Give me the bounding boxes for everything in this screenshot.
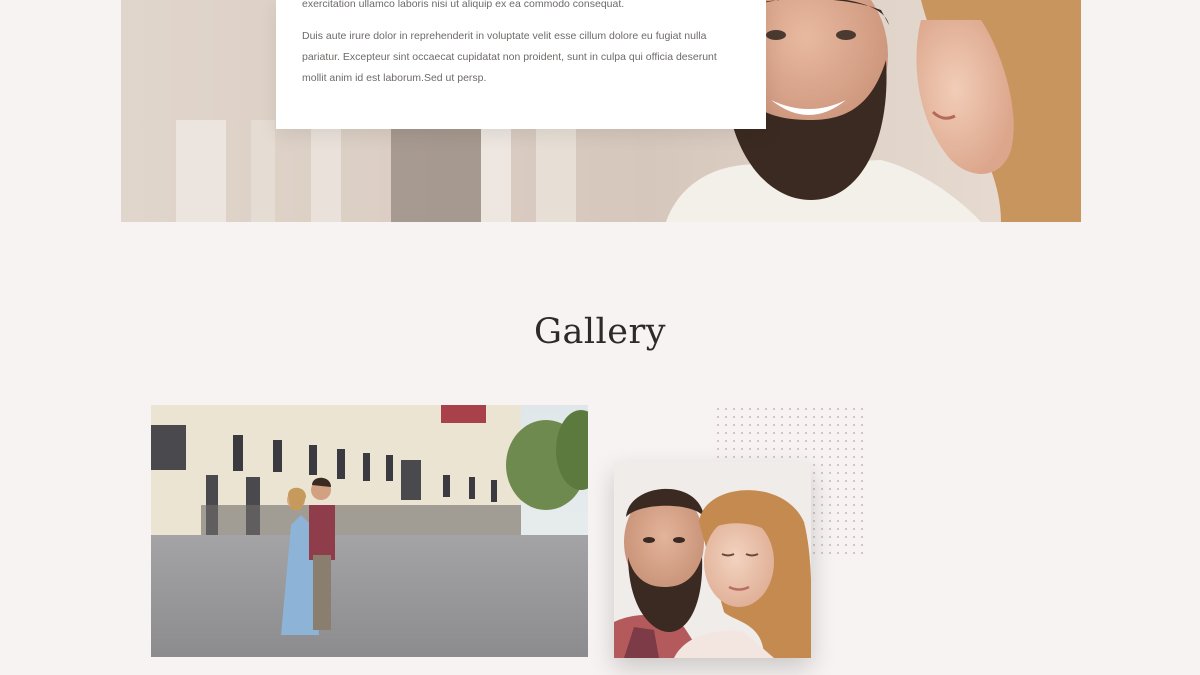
page: exercitation ullamco laboris nisi ut ali… (0, 0, 1200, 675)
gallery-photo-plaza[interactable] (151, 405, 588, 657)
hero-text-card: exercitation ullamco laboris nisi ut ali… (276, 0, 766, 129)
hero-section: exercitation ullamco laboris nisi ut ali… (121, 0, 1081, 222)
couple-portrait-photo (614, 462, 811, 658)
gallery-title: Gallery (534, 312, 666, 352)
gallery-photo-portrait[interactable] (614, 462, 811, 658)
hero-paragraph-2: Duis aute irure dolor in reprehenderit i… (302, 30, 717, 84)
couple-plaza-photo (151, 405, 588, 657)
hero-paragraph-1: exercitation ullamco laboris nisi ut ali… (302, 0, 625, 10)
